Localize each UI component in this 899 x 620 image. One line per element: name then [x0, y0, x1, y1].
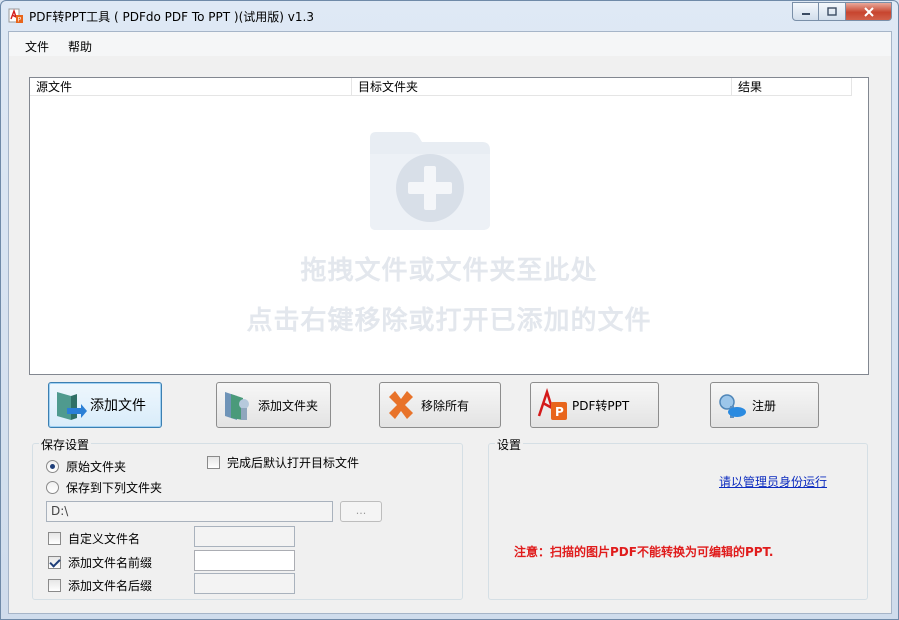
register-key-icon [719, 394, 746, 418]
add-file-label: 添加文件 [90, 398, 146, 414]
add-folder-label: 添加文件夹 [258, 398, 319, 413]
suffix-field[interactable] [194, 573, 295, 594]
register-label: 注册 [752, 398, 777, 413]
add-folder-icon [225, 392, 249, 420]
suffix-label: 添加文件名后缀 [68, 579, 153, 593]
radio-original-folder[interactable]: 原始文件夹 [46, 458, 126, 475]
register-button[interactable]: 注册 [710, 382, 819, 428]
add-file-icon [57, 392, 87, 420]
remove-all-icon [389, 391, 413, 419]
close-button[interactable] [846, 2, 892, 21]
remove-all-button[interactable]: 移除所有 [379, 382, 501, 428]
convert-pdf-to-ppt-button[interactable]: P PDF转PPT [530, 382, 659, 428]
minimize-button[interactable] [792, 2, 819, 21]
prefix-label: 添加文件名前缀 [68, 556, 153, 570]
settings-group: 设置 [488, 436, 868, 600]
run-as-admin-link[interactable]: 请以管理员身份运行 [719, 473, 827, 490]
save-settings-title: 保存设置 [39, 436, 92, 453]
custom-name-label: 自定义文件名 [68, 532, 141, 546]
window-title: PDF转PPT工具 ( PDFdo PDF To PPT )(试用版) v1.3 [29, 10, 314, 24]
title-bar[interactable]: P PDF转PPT工具 ( PDFdo PDF To PPT )(试用版) v1… [1, 1, 898, 31]
output-path-field[interactable]: D:\ [46, 501, 333, 522]
prefix-checkbox[interactable]: 添加文件名前缀 [48, 554, 152, 571]
pdf-to-ppt-app-icon: P [8, 8, 23, 24]
file-list[interactable]: 源文件 目标文件夹 结果 拖拽文件或文件夹至此处 点击右键移除或打开已添加的文件 [29, 77, 869, 375]
suffix-checkbox[interactable]: 添加文件名后缀 [48, 577, 152, 594]
prefix-checkbox-box[interactable] [48, 556, 61, 569]
radio-custom-folder-label: 保存到下列文件夹 [66, 481, 163, 495]
add-folder-button[interactable]: 添加文件夹 [216, 382, 331, 428]
open-after-checkbox-box[interactable] [207, 456, 220, 469]
pdf-to-ppt-icon: P [537, 388, 567, 420]
maximize-button[interactable] [819, 2, 846, 21]
suffix-checkbox-box[interactable] [48, 579, 61, 592]
radio-custom-folder-dot[interactable] [46, 481, 59, 494]
remove-all-label: 移除所有 [421, 398, 470, 413]
menu-bar: 文件 帮助 [9, 32, 891, 56]
menu-file[interactable]: 文件 [25, 38, 49, 55]
radio-original-folder-label: 原始文件夹 [66, 460, 127, 474]
menu-help[interactable]: 帮助 [68, 38, 92, 55]
drop-hint-right-click: 点击右键移除或打开已添加的文件 [246, 306, 652, 336]
convert-label: PDF转PPT [572, 398, 630, 413]
close-icon [863, 6, 874, 17]
settings-title: 设置 [495, 436, 524, 453]
client-area: 文件 帮助 源文件 目标文件夹 结果 拖拽文件或文件夹至此处 点击右键移除或打开… [8, 31, 892, 614]
custom-name-checkbox[interactable]: 自定义文件名 [48, 530, 140, 547]
maximize-icon [827, 7, 837, 16]
file-list-header: 源文件 目标文件夹 结果 [30, 78, 852, 96]
custom-name-field[interactable] [194, 526, 295, 547]
svg-text:P: P [555, 405, 564, 419]
open-after-label: 完成后默认打开目标文件 [227, 456, 360, 470]
add-file-button[interactable]: 添加文件 [48, 382, 162, 428]
radio-custom-folder[interactable]: 保存到下列文件夹 [46, 479, 162, 496]
window-controls [792, 2, 892, 21]
custom-name-checkbox-box[interactable] [48, 532, 61, 545]
browse-button[interactable]: ... [340, 501, 382, 522]
scan-pdf-notice: 注意：扫描的图片PDF不能转换为可编辑的PPT. [514, 545, 774, 559]
column-header-target-folder[interactable]: 目标文件夹 [352, 78, 732, 96]
folder-add-icon [370, 132, 490, 230]
radio-original-folder-dot[interactable] [46, 460, 59, 473]
app-window: P PDF转PPT工具 ( PDFdo PDF To PPT )(试用版) v1… [0, 0, 899, 620]
column-header-source[interactable]: 源文件 [30, 78, 352, 96]
column-header-result[interactable]: 结果 [732, 78, 852, 96]
drop-hint-drag: 拖拽文件或文件夹至此处 [300, 256, 598, 286]
open-after-checkbox[interactable]: 完成后默认打开目标文件 [207, 454, 359, 471]
svg-text:P: P [18, 17, 22, 24]
minimize-icon [801, 12, 810, 15]
prefix-field[interactable] [194, 550, 295, 571]
